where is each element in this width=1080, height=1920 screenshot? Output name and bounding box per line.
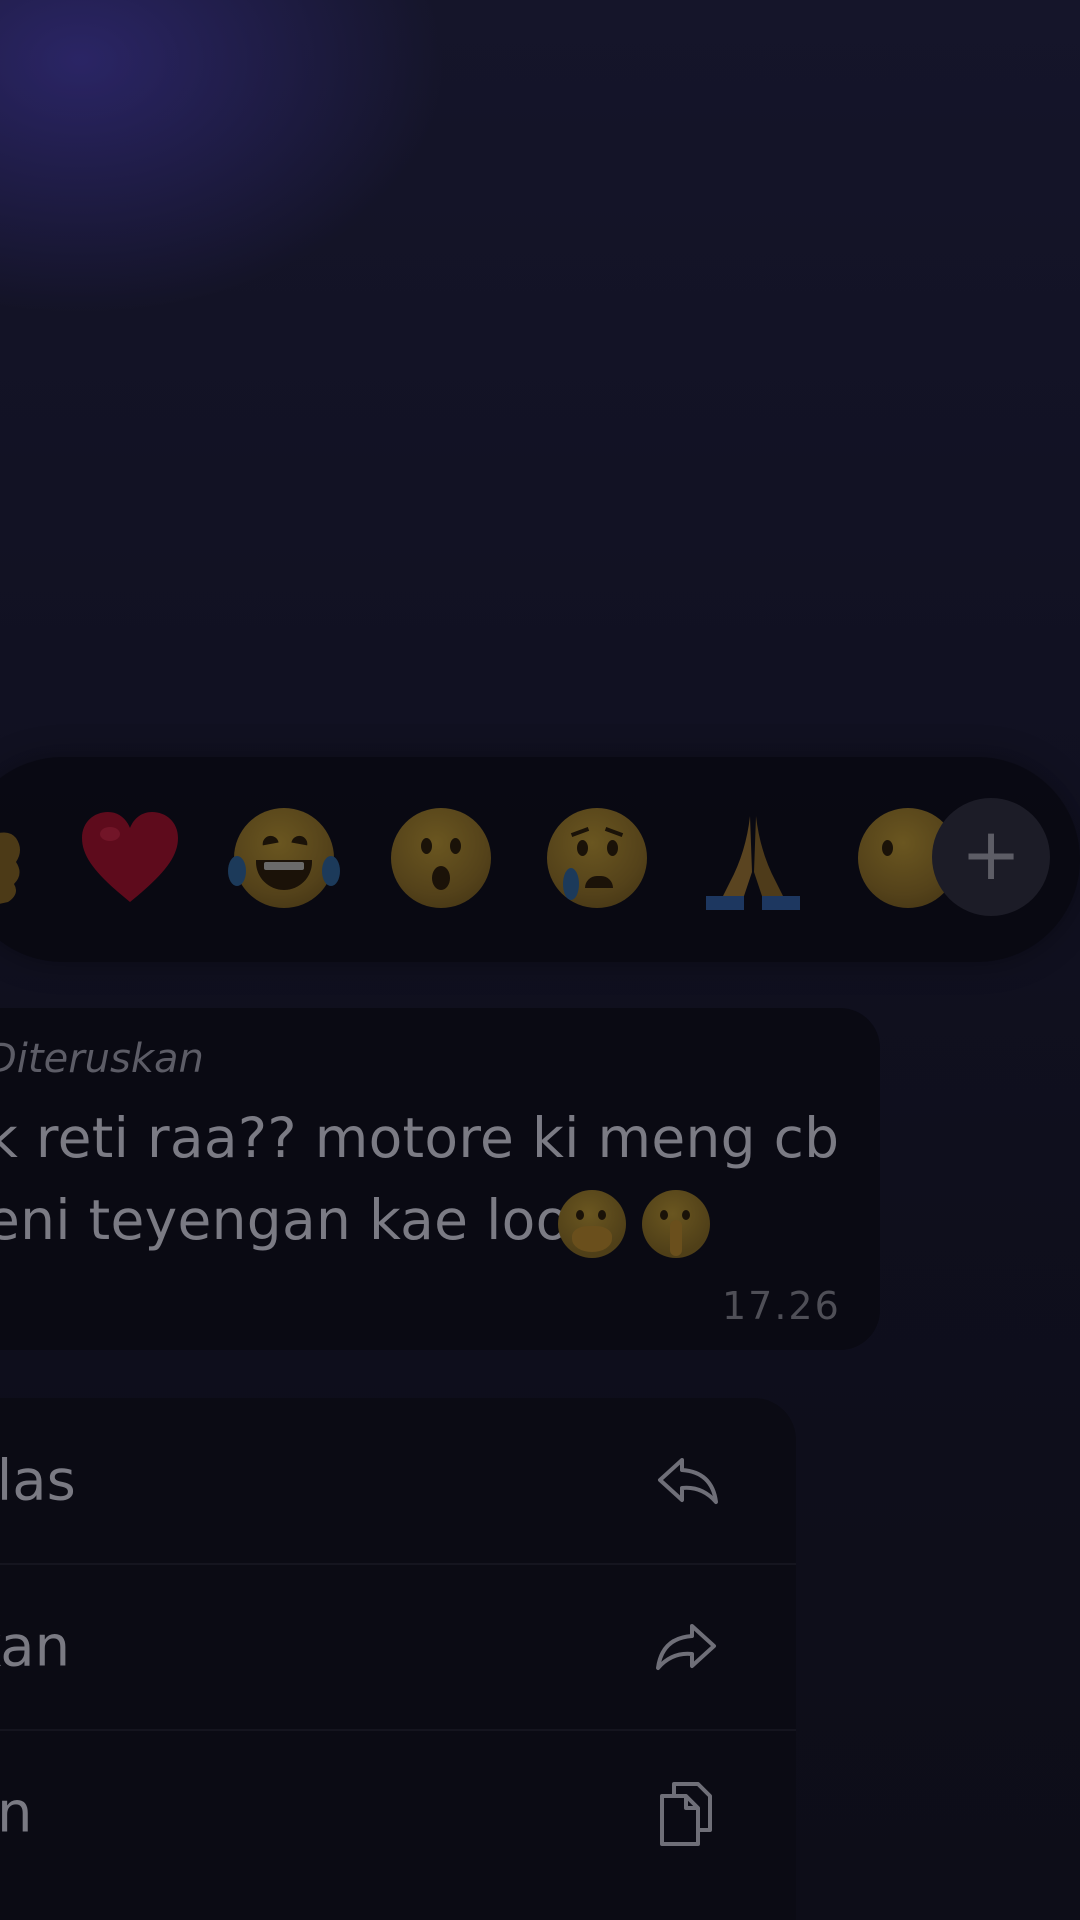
message-timestamp: 17.26: [722, 1284, 841, 1328]
shushing-emoji: [642, 1190, 710, 1258]
menu-item-copy[interactable]: Salin: [0, 1730, 796, 1896]
hand-over-mouth-emoji: [558, 1190, 626, 1258]
copy-icon: [660, 1782, 712, 1846]
thumbs-up-reaction[interactable]: [0, 828, 24, 906]
tears-of-joy-reaction[interactable]: [228, 808, 340, 908]
add-reaction-button[interactable]: +: [932, 798, 1050, 916]
menu-item-label: Salin: [0, 1780, 33, 1846]
surprised-reaction[interactable]: [391, 808, 491, 908]
menu-item-forward[interactable]: Teruskan: [0, 1564, 796, 1730]
forwarded-label: Diteruskan: [0, 1036, 204, 1082]
message-line-2: eni teyengan kae loo: [0, 1188, 570, 1252]
crying-reaction[interactable]: [547, 808, 647, 908]
reply-icon: [658, 1458, 718, 1504]
folded-hands-reaction[interactable]: [700, 812, 806, 912]
heart-reaction[interactable]: [80, 810, 180, 906]
screen: + Diteruskan k reti raa?? motore ki meng…: [0, 0, 1080, 1920]
message-line-1: k reti raa?? motore ki meng cb: [0, 1106, 840, 1170]
forward-icon: [656, 1624, 716, 1670]
menu-item-reply[interactable]: Balas: [0, 1398, 796, 1564]
menu-item-label: Balas: [0, 1448, 76, 1514]
menu-item-label: Teruskan: [0, 1614, 71, 1680]
